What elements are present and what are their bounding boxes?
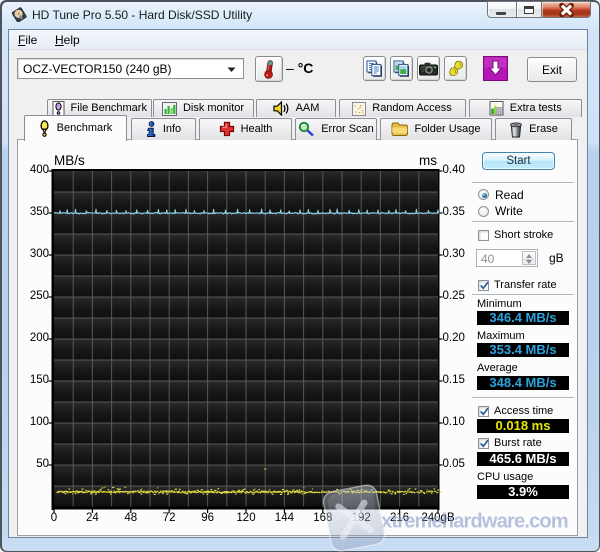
svg-text:xtremehardware.com: xtremehardware.com [381,511,568,533]
